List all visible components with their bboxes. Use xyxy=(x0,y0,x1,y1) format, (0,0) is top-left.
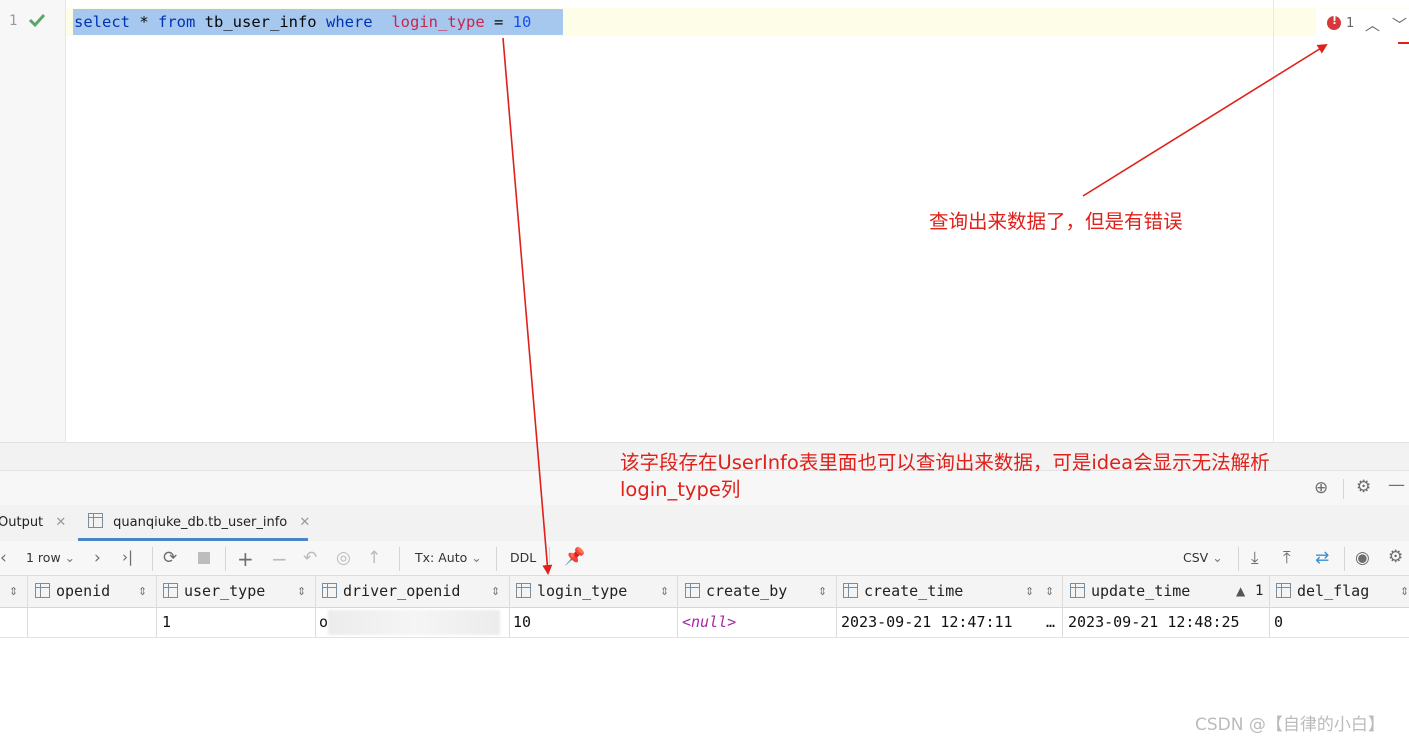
watermark: CSDN @【自律的小白】 xyxy=(1195,715,1385,735)
arrow-to-column xyxy=(502,37,553,575)
annotation-note-error: 查询出来数据了，但是有错误 xyxy=(929,210,1183,233)
annotation-arrows xyxy=(502,37,1328,575)
annotation-note-line1: 该字段存在UserInfo表里面也可以查询出来数据，可是idea会显示无法解析 xyxy=(620,451,1270,474)
annotation-note-line2: login_type列 xyxy=(620,478,741,501)
arrow-to-error xyxy=(1082,43,1328,197)
